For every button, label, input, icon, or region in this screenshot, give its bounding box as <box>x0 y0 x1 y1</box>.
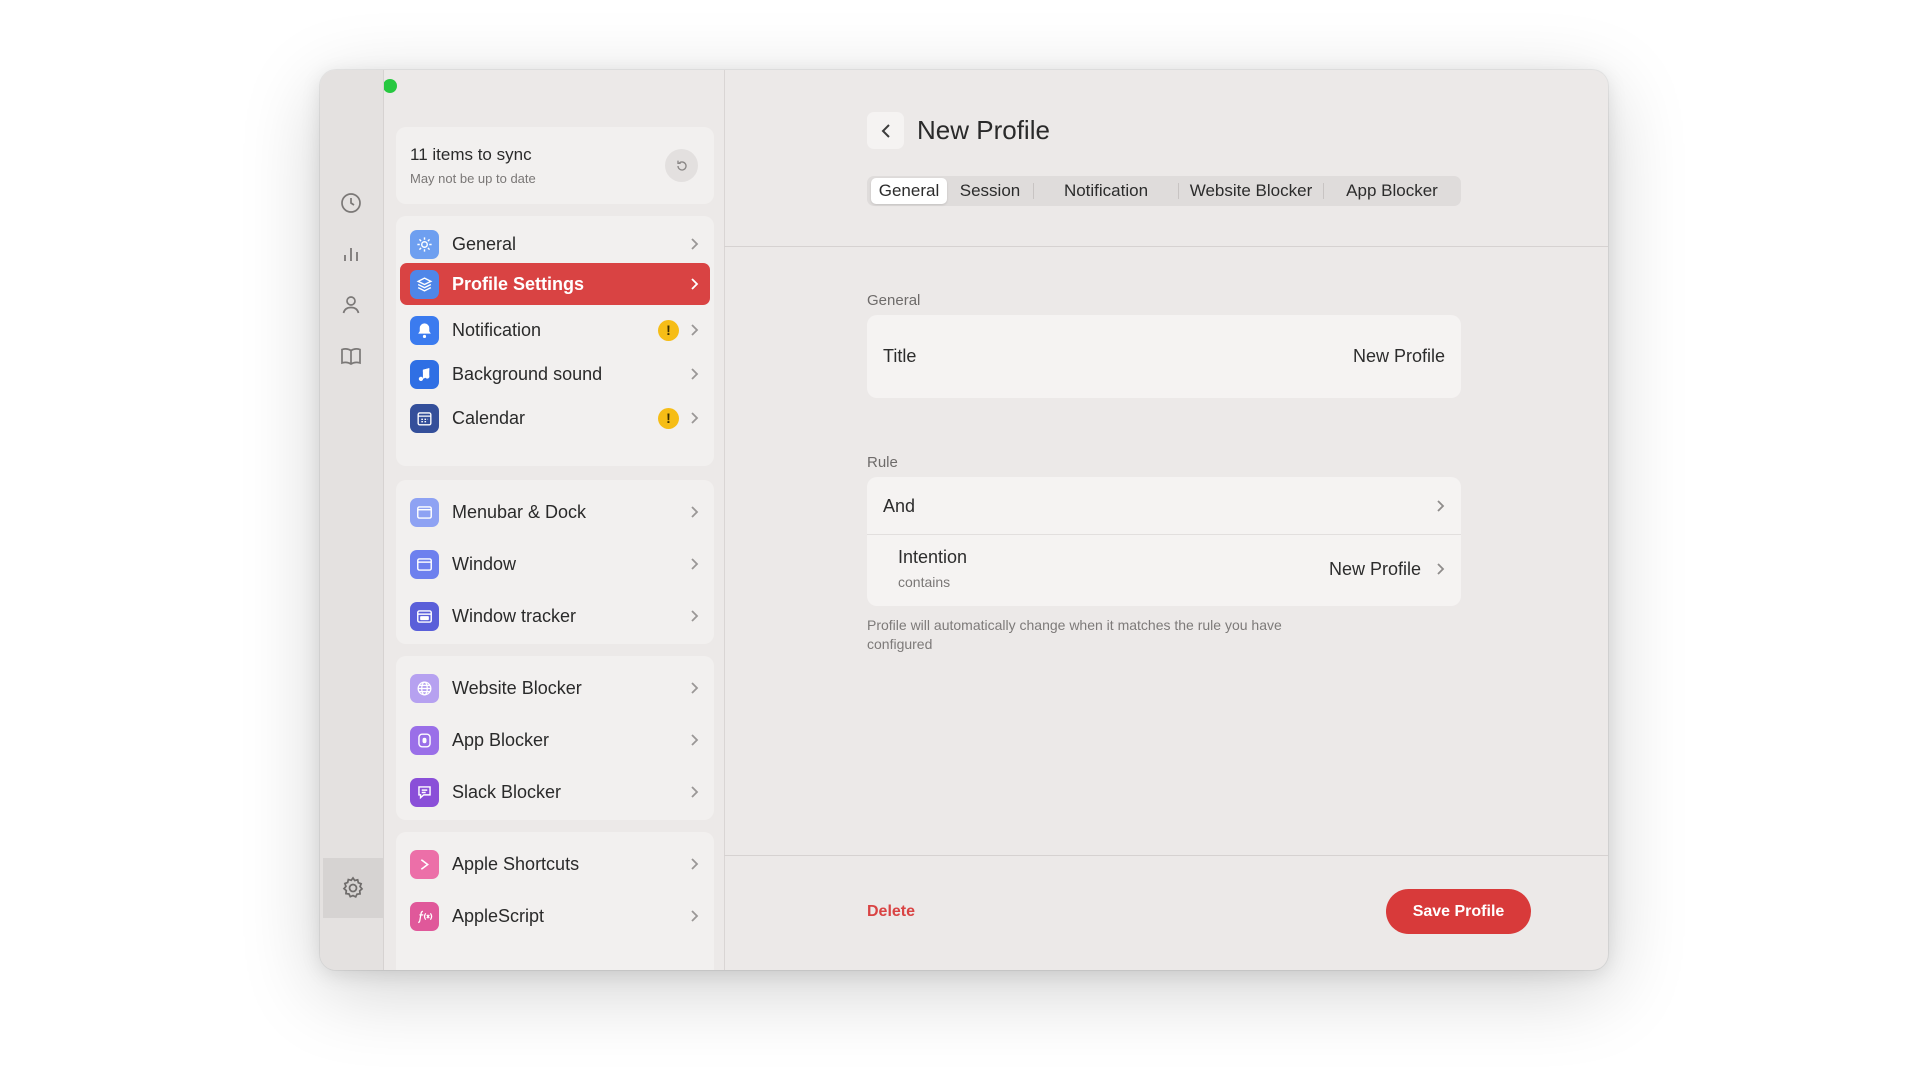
sidebar-item-menubar-dock[interactable]: Menubar & Dock <box>400 486 710 538</box>
globe-icon <box>410 673 439 703</box>
intention-condition: contains <box>898 574 951 590</box>
chevron-right-icon <box>688 557 700 571</box>
settings-gear-icon[interactable] <box>323 858 383 918</box>
chevron-right-icon <box>688 909 700 923</box>
rule-operator-label: And <box>883 496 916 516</box>
sidebar-group-automation: Apple Shortcuts AppleScript <box>396 832 714 970</box>
shortcuts-icon <box>410 849 439 879</box>
chevron-right-icon <box>688 237 700 251</box>
music-note-icon <box>410 359 439 389</box>
menubar-icon <box>410 497 439 527</box>
chevron-right-icon <box>1434 499 1446 513</box>
settings-sidebar: 11 items to sync May not be up to date G… <box>384 70 725 970</box>
chevron-left-icon <box>881 123 890 138</box>
tab-website-blocker[interactable]: Website Blocker <box>1179 178 1323 204</box>
tab-general[interactable]: General <box>871 178 947 204</box>
sidebar-item-label: AppleScript <box>452 905 545 926</box>
section-label-rule: Rule <box>867 454 898 471</box>
chevron-right-icon <box>688 323 700 337</box>
warning-badge: ! <box>658 319 679 341</box>
header-divider <box>724 246 1608 247</box>
title-row[interactable]: Title New Profile <box>867 315 1461 398</box>
rule-hint-text: Profile will automatically change when i… <box>867 617 1282 652</box>
title-row-value: New Profile <box>1352 346 1445 366</box>
sidebar-item-label: Notification <box>452 319 542 340</box>
sidebar-item-label: Profile Settings <box>452 273 585 294</box>
sidebar-item-label: Website Blocker <box>452 677 582 698</box>
sidebar-group-window: Menubar & Dock Window Window tracker <box>396 480 714 644</box>
tab-app-blocker[interactable]: App Blocker <box>1324 178 1460 204</box>
profile-editor: New Profile General Session Notification… <box>724 70 1608 970</box>
chevron-right-icon <box>688 681 700 695</box>
rule-operator-row[interactable]: And <box>867 477 1461 534</box>
sidebar-item-apple-shortcuts[interactable]: Apple Shortcuts <box>400 838 710 890</box>
sync-subtitle: May not be up to date <box>410 171 536 186</box>
save-profile-button[interactable]: Save Profile <box>1386 889 1531 934</box>
chat-icon <box>410 777 439 807</box>
intention-value: New Profile <box>1328 559 1421 579</box>
chart-bars-icon[interactable] <box>336 239 366 269</box>
calendar-icon <box>410 403 439 433</box>
tab-notification[interactable]: Notification <box>1034 178 1178 204</box>
warning-badge: ! <box>658 407 679 429</box>
sidebar-item-label: Window <box>452 553 517 574</box>
sidebar-item-label: Apple Shortcuts <box>452 853 580 874</box>
sync-title: 11 items to sync <box>410 145 532 164</box>
sidebar-item-website-blocker[interactable]: Website Blocker <box>400 662 710 714</box>
sidebar-item-label: Window tracker <box>452 605 577 626</box>
refresh-icon <box>676 160 687 171</box>
sync-status-card: 11 items to sync May not be up to date <box>396 127 714 204</box>
app-blocker-icon <box>410 725 439 755</box>
book-icon[interactable] <box>336 341 366 371</box>
tab-session[interactable]: Session <box>947 178 1033 204</box>
section-label-general: General <box>867 292 921 309</box>
back-button[interactable] <box>867 112 904 149</box>
gear-icon <box>410 229 439 259</box>
sidebar-item-label: Calendar <box>452 407 526 428</box>
intention-label: Intention <box>898 547 968 567</box>
chevron-right-icon <box>688 785 700 799</box>
sidebar-item-applescript[interactable]: AppleScript <box>400 890 710 942</box>
person-icon[interactable] <box>336 290 366 320</box>
tab-bar: General Session Notification Website Blo… <box>867 176 1461 206</box>
clock-icon[interactable] <box>336 188 366 218</box>
refresh-sync-button[interactable] <box>665 149 698 182</box>
delete-button[interactable]: Delete <box>867 903 915 921</box>
sidebar-item-label: Slack Blocker <box>452 781 562 802</box>
chevron-right-icon <box>688 367 700 381</box>
title-row-label: Title <box>883 346 917 366</box>
app-window: 11 items to sync May not be up to date G… <box>320 70 1608 970</box>
sidebar-item-label: General <box>452 233 517 254</box>
chevron-right-icon <box>688 277 700 291</box>
chevron-right-icon <box>1434 562 1446 576</box>
footer-divider <box>724 855 1608 856</box>
sidebar-item-calendar[interactable]: Calendar ! <box>400 392 710 444</box>
chevron-right-icon <box>688 857 700 871</box>
sidebar-item-label: Background sound <box>452 363 603 384</box>
page-title: New Profile <box>917 115 1050 145</box>
sidebar-item-slack-blocker[interactable]: Slack Blocker <box>400 766 710 818</box>
sidebar-item-label: Menubar & Dock <box>452 501 587 522</box>
rule-card: And Intention contains New Profile <box>867 477 1461 606</box>
sidebar-item-profile-settings[interactable]: Profile Settings <box>400 263 710 305</box>
layers-icon <box>410 269 439 299</box>
sidebar-item-window[interactable]: Window <box>400 538 710 590</box>
sidebar-group-blockers: Website Blocker App Blocker Slack Blocke… <box>396 656 714 820</box>
chevron-right-icon <box>688 411 700 425</box>
window-tracker-icon <box>410 601 439 631</box>
icon-rail <box>320 70 384 970</box>
chevron-right-icon <box>688 733 700 747</box>
intention-row[interactable]: Intention contains New Profile <box>867 535 1461 606</box>
chevron-right-icon <box>688 609 700 623</box>
chevron-right-icon <box>688 505 700 519</box>
bell-icon <box>410 315 439 345</box>
sidebar-group-core: General Profile Settings Notification ! … <box>396 216 714 466</box>
sidebar-item-window-tracker[interactable]: Window tracker <box>400 590 710 642</box>
sidebar-item-label: App Blocker <box>452 729 550 750</box>
function-icon <box>410 901 439 931</box>
sidebar-item-app-blocker[interactable]: App Blocker <box>400 714 710 766</box>
window-icon <box>410 549 439 579</box>
